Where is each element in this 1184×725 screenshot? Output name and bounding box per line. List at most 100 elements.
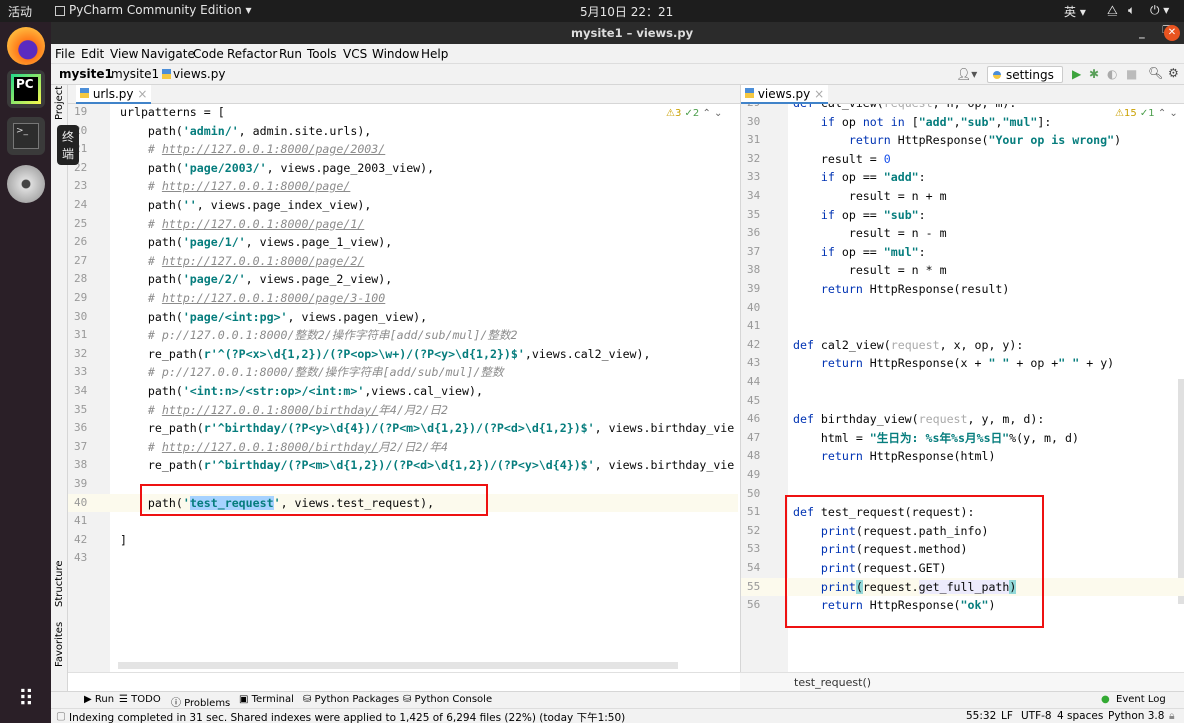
urls-editor[interactable]: ⚠3 ✓2 ⌃ ⌄ 19 urlpatterns = [20 path('admi… bbox=[68, 104, 738, 672]
minimize-button[interactable]: _ bbox=[1139, 25, 1145, 39]
gear-icon[interactable]: ⚙ bbox=[1168, 66, 1179, 80]
code-line[interactable]: 32 re_path(r'^(?P<x>\d{1,2})/(?P<op>\w+)… bbox=[68, 345, 738, 364]
python-packages-tool-button[interactable]: ⛁ Python Packages bbox=[303, 694, 399, 705]
favorites-tool-tab[interactable]: Favorites bbox=[54, 622, 65, 667]
debug-icon[interactable]: ✱ bbox=[1089, 67, 1099, 81]
lock-icon[interactable]: 🔒︎ bbox=[1169, 710, 1175, 723]
menu-window[interactable]: Window bbox=[372, 47, 419, 61]
code-line[interactable]: 46 def birthday_view(request, y, m, d): bbox=[741, 410, 1184, 429]
code-line[interactable]: 32 result = 0 bbox=[741, 150, 1184, 169]
code-line[interactable]: 31 # p://127.0.0.1:8000/整数2/操作字符串[add/su… bbox=[68, 326, 738, 345]
code-line[interactable]: 21 # http://127.0.0.1:8000/page/2003/ bbox=[68, 140, 738, 159]
code-line[interactable]: 37 # http://127.0.0.1:8000/birthday/月2/日… bbox=[68, 438, 738, 457]
code-line[interactable]: 41 bbox=[741, 317, 1184, 336]
show-apps-icon[interactable]: ⠿ bbox=[7, 682, 45, 720]
run-tool-button[interactable]: ▶ Run bbox=[84, 694, 114, 705]
interpreter[interactable]: Python 3.8 bbox=[1108, 710, 1164, 722]
tab-urls-py[interactable]: urls.py × bbox=[76, 85, 152, 104]
code-line[interactable]: 43 bbox=[68, 549, 738, 568]
code-line[interactable]: 36 result = n - m bbox=[741, 224, 1184, 243]
todo-tool-button[interactable]: ☰ TODO bbox=[119, 694, 161, 705]
indent-setting[interactable]: 4 spaces bbox=[1057, 710, 1103, 722]
terminal-tool-button[interactable]: ▣ Terminal bbox=[239, 694, 294, 705]
code-line[interactable]: 31 return HttpResponse("Your op is wrong… bbox=[741, 131, 1184, 150]
code-line[interactable]: 39 return HttpResponse(result) bbox=[741, 280, 1184, 299]
code-line[interactable]: 26 path('page/1/', views.page_1_view), bbox=[68, 233, 738, 252]
breadcrumb-project[interactable]: mysite1 bbox=[59, 67, 113, 81]
code-line[interactable]: 22 path('page/2003/', views.page_2003_vi… bbox=[68, 159, 738, 178]
line-separator[interactable]: LF bbox=[1001, 710, 1013, 722]
code-line[interactable]: 42] bbox=[68, 531, 738, 550]
code-line[interactable]: 23 # http://127.0.0.1:8000/page/ bbox=[68, 177, 738, 196]
input-method[interactable]: 英 ▾ bbox=[1064, 3, 1086, 20]
close-tab-icon[interactable]: × bbox=[814, 87, 824, 101]
code-line[interactable]: 36 re_path(r'^birthday/(?P<y>\d{4})/(?P<… bbox=[68, 419, 738, 438]
code-line[interactable]: 24 path('', views.page_index_view), bbox=[68, 196, 738, 215]
app-menu[interactable]: PyCharm Community Edition ▾ bbox=[69, 3, 252, 17]
code-line[interactable]: 40 bbox=[741, 299, 1184, 318]
menu-tools[interactable]: Tools bbox=[307, 47, 337, 61]
code-line[interactable]: 28 path('page/2/', views.page_2_view), bbox=[68, 270, 738, 289]
clock[interactable]: 5月10日 22：21 bbox=[580, 3, 673, 20]
code-line[interactable]: 37 if op == "mul": bbox=[741, 243, 1184, 262]
menu-navigate[interactable]: Navigate bbox=[141, 47, 195, 61]
code-line[interactable]: 20 path('admin/', admin.site.urls), bbox=[68, 122, 738, 141]
code-line[interactable]: 44 bbox=[741, 373, 1184, 392]
user-icon[interactable]: 👤︎▾ bbox=[956, 67, 977, 81]
project-tool-tab[interactable]: Project bbox=[54, 86, 65, 120]
menu-help[interactable]: Help bbox=[421, 47, 448, 61]
search-icon[interactable]: 🔍︎ bbox=[1148, 66, 1163, 80]
event-log-button[interactable]: Event Log bbox=[1116, 694, 1166, 705]
code-line[interactable]: 48 return HttpResponse(html) bbox=[741, 447, 1184, 466]
close-tab-icon[interactable]: × bbox=[137, 87, 147, 101]
run-config-select[interactable]: settings ▾ bbox=[987, 66, 1063, 95]
code-line[interactable]: 47 html = "生日为: %s年%s月%s日"%(y, m, d) bbox=[741, 429, 1184, 448]
menu-code[interactable]: Code bbox=[193, 47, 224, 61]
status-icon[interactable]: ▢ bbox=[56, 710, 66, 722]
dvd-icon[interactable] bbox=[7, 165, 45, 203]
tab-views-py[interactable]: views.py × bbox=[741, 85, 829, 104]
code-line[interactable]: 27 # http://127.0.0.1:8000/page/2/ bbox=[68, 252, 738, 271]
stop-icon[interactable]: ■ bbox=[1126, 67, 1137, 81]
code-line[interactable]: 34 result = n + m bbox=[741, 187, 1184, 206]
pycharm-icon[interactable]: PC bbox=[7, 70, 45, 108]
horizontal-scrollbar[interactable] bbox=[118, 662, 678, 669]
breadcrumb-file[interactable]: views.py bbox=[173, 67, 225, 81]
menu-vcs[interactable]: VCS bbox=[343, 47, 367, 61]
menu-edit[interactable]: Edit bbox=[81, 47, 104, 61]
volume-icon[interactable]: 🔈︎ bbox=[1128, 3, 1135, 18]
python-console-tool-button[interactable]: ⛁ Python Console bbox=[403, 694, 492, 705]
code-line[interactable]: 49 bbox=[741, 466, 1184, 485]
code-line[interactable]: 45 bbox=[741, 392, 1184, 411]
power-icon[interactable]: ⏻ ▾ bbox=[1150, 3, 1169, 18]
run-icon[interactable]: ▶ bbox=[1072, 67, 1081, 81]
problems-tool-button[interactable]: ⓘ Problems bbox=[171, 694, 230, 709]
code-line[interactable]: 43 return HttpResponse(x + " " + op +" "… bbox=[741, 354, 1184, 373]
inspection-widget[interactable]: ⚠15 ✓1 ⌃ ⌄ bbox=[1115, 108, 1178, 119]
inspection-widget[interactable]: ⚠3 ✓2 ⌃ ⌄ bbox=[666, 108, 722, 119]
code-line[interactable]: 42 def cal2_view(request, x, op, y): bbox=[741, 336, 1184, 355]
code-line[interactable]: 34 path('<int:n>/<str:op>/<int:m>',views… bbox=[68, 382, 738, 401]
close-button[interactable]: ✕ bbox=[1164, 25, 1180, 41]
code-line[interactable]: 25 # http://127.0.0.1:8000/page/1/ bbox=[68, 215, 738, 234]
code-line[interactable]: 33 if op == "add": bbox=[741, 168, 1184, 187]
breadcrumb-package[interactable]: mysite1 bbox=[111, 67, 159, 81]
code-line[interactable]: 33 # p://127.0.0.1:8000/整数/操作字符串[add/sub… bbox=[68, 363, 738, 382]
menu-run[interactable]: Run bbox=[279, 47, 302, 61]
firefox-icon[interactable] bbox=[7, 27, 45, 65]
code-line[interactable]: 38 result = n * m bbox=[741, 261, 1184, 280]
code-line[interactable]: 29 # http://127.0.0.1:8000/page/3-100 bbox=[68, 289, 738, 308]
coverage-icon[interactable]: ◐ bbox=[1107, 67, 1117, 81]
caret-position[interactable]: 55:32 bbox=[966, 710, 996, 722]
menu-view[interactable]: View bbox=[110, 47, 138, 61]
code-line[interactable]: 35 # http://127.0.0.1:8000/birthday/年4/月… bbox=[68, 401, 738, 420]
code-line[interactable]: 19 urlpatterns = [ bbox=[68, 104, 738, 122]
structure-tool-tab[interactable]: Structure bbox=[54, 560, 65, 607]
file-encoding[interactable]: UTF-8 bbox=[1021, 710, 1052, 722]
network-icon[interactable]: ⧋ bbox=[1107, 3, 1118, 18]
terminal-icon[interactable]: >_ bbox=[7, 117, 45, 155]
menu-file[interactable]: File bbox=[55, 47, 75, 61]
menu-refactor[interactable]: Refactor bbox=[227, 47, 277, 61]
breadcrumb-function[interactable]: test_request() bbox=[794, 676, 871, 689]
activities-button[interactable]: 活动 bbox=[8, 3, 32, 20]
